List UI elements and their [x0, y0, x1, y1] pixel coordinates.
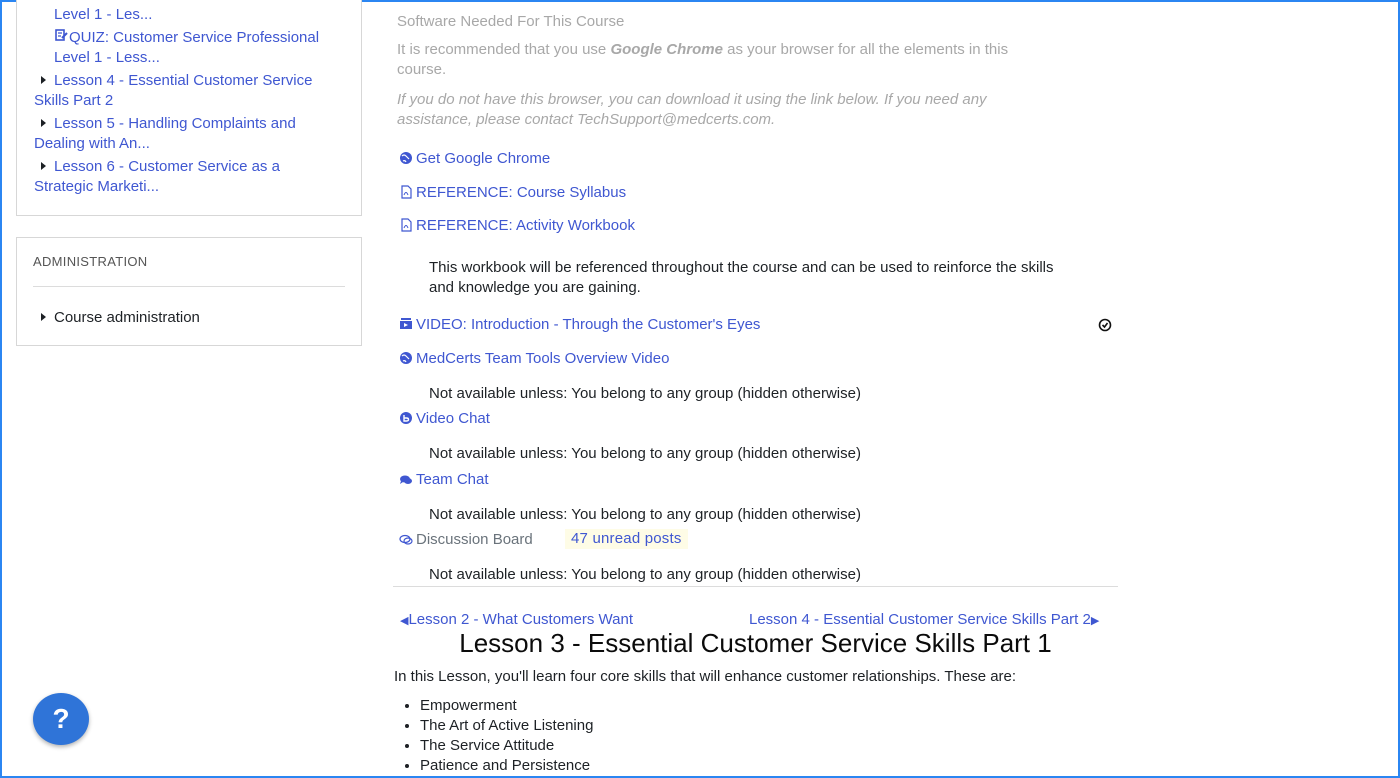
video-chat-label: Video Chat	[416, 410, 490, 427]
list-item: Empowerment	[420, 696, 593, 716]
administration-panel: ADMINISTRATION Course administration	[16, 237, 362, 346]
syllabus-link[interactable]: REFERENCE: Course Syllabus	[399, 183, 626, 203]
sidebar-item-lesson4-label: Lesson 4 - Essential Customer Service	[54, 72, 313, 89]
navigation-panel: Level 1 - Les... QUIZ: Customer Service …	[16, 0, 362, 216]
syllabus-label: REFERENCE: Course Syllabus	[416, 184, 627, 201]
pdf-icon	[399, 218, 413, 232]
list-item: Patience and Persistence	[420, 756, 593, 776]
section-divider	[393, 586, 1118, 587]
forum-icon	[399, 532, 413, 546]
restriction-note: Not available unless: You belong to any …	[429, 506, 861, 523]
prev-lesson-label: Lesson 2 - What Customers Want	[408, 611, 633, 628]
lesson-title: Lesson 3 - Essential Customer Service Sk…	[459, 628, 1052, 658]
download-line1: If you do not have this browser, you can…	[397, 91, 987, 108]
sidebar-item-lesson4-label2: Skills Part 2	[34, 92, 114, 109]
sidebar-item-quiz[interactable]: QUIZ: Customer Service Professional	[55, 28, 319, 48]
sidebar-item-lesson5[interactable]: Lesson 5 - Handling Complaints and Deali…	[34, 114, 344, 154]
discussion-board-label: Discussion Board	[416, 531, 533, 548]
next-arrow-icon: ▶	[1090, 615, 1100, 627]
recommendation-line2: course.	[397, 61, 447, 78]
sidebar-item-lesson5-label: Lesson 5 - Handling Complaints and	[54, 115, 296, 132]
expand-triangle-icon[interactable]	[41, 313, 46, 321]
expand-triangle-icon[interactable]	[41, 119, 46, 127]
sidebar-item-lesson6-label: Lesson 6 - Customer Service as a	[54, 158, 280, 175]
get-chrome-label: Get Google Chrome	[416, 150, 551, 167]
sidebar-item-level1-a[interactable]: Level 1 - Les...	[54, 5, 152, 25]
list-item: The Service Attitude	[420, 736, 593, 756]
course-administration-item[interactable]: Course administration	[41, 308, 200, 328]
restriction-note: Not available unless: You belong to any …	[429, 385, 861, 402]
sidebar-item-quiz-label: QUIZ: Customer Service Professional	[69, 29, 320, 46]
workbook-link[interactable]: REFERENCE: Activity Workbook	[399, 216, 635, 236]
workbook-desc-line2: and knowledge you are gaining.	[429, 279, 641, 296]
video-icon	[399, 317, 413, 331]
workbook-description: This workbook will be referenced through…	[429, 258, 1109, 298]
workbook-desc-line1: This workbook will be referenced through…	[429, 259, 1054, 276]
team-tools-link[interactable]: MedCerts Team Tools Overview Video	[399, 349, 669, 369]
quiz-icon	[55, 28, 69, 48]
sidebar-item-lesson6-label2: Strategic Marketi...	[34, 178, 160, 195]
sidebar-item-level1-b[interactable]: Level 1 - Less...	[54, 48, 160, 68]
team-chat-link[interactable]: Team Chat	[399, 470, 489, 490]
recommendation-suffix: as your browser for all the elements in …	[722, 41, 1009, 58]
workbook-label: REFERENCE: Activity Workbook	[416, 217, 635, 234]
software-heading: Software Needed For This Course	[397, 13, 625, 30]
globe-icon	[399, 351, 413, 365]
recommendation-prefix: It is recommended that you use	[397, 41, 611, 58]
completion-check-icon[interactable]	[1098, 318, 1112, 337]
download-line2: assistance, please contact TechSupport@m…	[397, 111, 776, 128]
video-intro-link[interactable]: VIDEO: Introduction - Through the Custom…	[399, 315, 760, 335]
restriction-note: Not available unless: You belong to any …	[429, 566, 861, 583]
team-chat-label: Team Chat	[416, 471, 489, 488]
globe-icon	[399, 151, 413, 165]
video-chat-link[interactable]: Video Chat	[399, 409, 490, 429]
video-chat-icon	[399, 411, 413, 425]
download-note: If you do not have this browser, you can…	[397, 90, 1057, 130]
administration-divider	[33, 286, 345, 287]
help-button[interactable]: ?	[33, 693, 89, 745]
sidebar-item-lesson4[interactable]: Lesson 4 - Essential Customer Service Sk…	[34, 71, 344, 111]
recommendation-browser: Google Chrome	[610, 41, 723, 58]
lesson-intro: In this Lesson, you'll learn four core s…	[394, 668, 1017, 685]
chat-bubbles-icon	[399, 472, 413, 486]
expand-triangle-icon[interactable]	[41, 76, 46, 84]
list-item: The Art of Active Listening	[420, 716, 593, 736]
unread-posts-link[interactable]: 47 unread posts	[565, 529, 688, 549]
skills-list: Empowerment The Art of Active Listening …	[393, 696, 593, 776]
sidebar-item-lesson5-label2: Dealing with An...	[34, 135, 150, 152]
get-chrome-link[interactable]: Get Google Chrome	[399, 149, 550, 169]
administration-heading: ADMINISTRATION	[33, 254, 148, 269]
expand-triangle-icon[interactable]	[41, 162, 46, 170]
course-administration-label: Course administration	[54, 309, 200, 326]
next-lesson-label: Lesson 4 - Essential Customer Service Sk…	[749, 611, 1091, 628]
video-intro-label: VIDEO: Introduction - Through the Custom…	[416, 316, 761, 333]
pdf-icon	[399, 185, 413, 199]
team-tools-label: MedCerts Team Tools Overview Video	[416, 350, 670, 367]
restriction-note: Not available unless: You belong to any …	[429, 445, 861, 462]
recommendation-text: It is recommended that you use Google Ch…	[397, 40, 1057, 80]
sidebar-item-lesson6[interactable]: Lesson 6 - Customer Service as a Strateg…	[34, 157, 344, 197]
discussion-board-item[interactable]: Discussion Board	[399, 530, 533, 550]
